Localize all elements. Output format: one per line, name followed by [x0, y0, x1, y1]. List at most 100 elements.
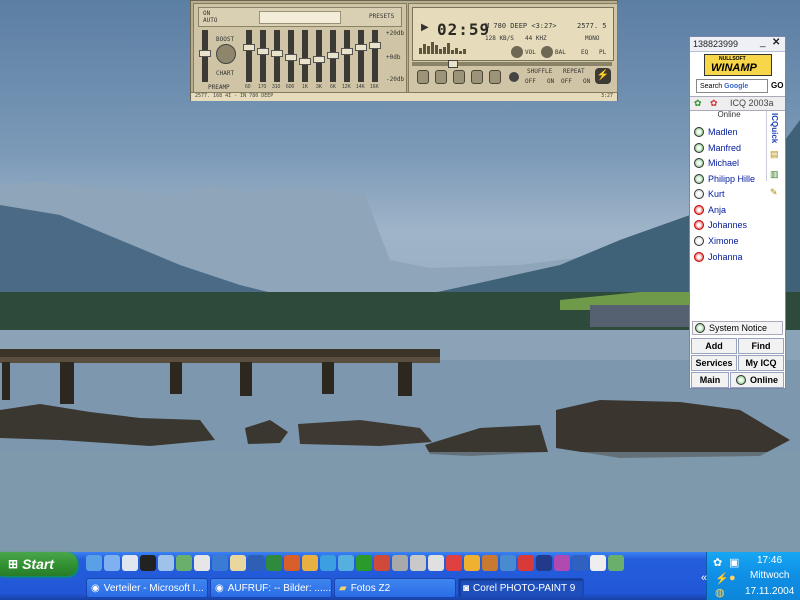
shuffle-off[interactable]: OFF	[525, 78, 536, 85]
edit-icon[interactable]	[158, 555, 174, 571]
minimize-icon[interactable]: _	[760, 37, 766, 48]
database-icon[interactable]	[572, 555, 588, 571]
icq-ad-banner[interactable]: NULLSOFT WINAMP	[704, 54, 772, 76]
sheet-icon[interactable]: ▥	[770, 169, 779, 180]
find-button[interactable]: Find	[738, 338, 784, 354]
shuffle-on[interactable]: ON	[547, 78, 554, 85]
doc-icon[interactable]	[194, 555, 210, 571]
display-tray-icon[interactable]: ▣	[729, 556, 739, 569]
pause-button[interactable]	[453, 70, 465, 84]
icq-tray-icon[interactable]: ✿	[713, 556, 722, 569]
contact-item[interactable]: Manfred	[694, 141, 766, 155]
contact-item[interactable]: Johanna	[694, 250, 766, 264]
ie-icon[interactable]	[86, 555, 102, 571]
plugin-icon[interactable]	[554, 555, 570, 571]
add-button[interactable]: Add	[691, 338, 737, 354]
eq-band-16k[interactable]	[369, 30, 381, 82]
cmd-icon[interactable]	[140, 555, 156, 571]
contact-item[interactable]: Madlen	[694, 125, 766, 139]
google-search-box[interactable]: Search Google	[696, 79, 768, 93]
eq-toggle-button[interactable]: EQ	[581, 49, 588, 56]
system-notice-button[interactable]: System Notice	[692, 321, 783, 335]
eq-on-label[interactable]: ON	[203, 10, 210, 17]
play-button[interactable]	[435, 70, 447, 84]
network-icon[interactable]	[212, 555, 228, 571]
desktop-icon[interactable]	[122, 555, 138, 571]
tool-icon[interactable]	[392, 555, 408, 571]
tools-icon[interactable]: ✎	[770, 187, 778, 198]
powerpoint-icon[interactable]	[284, 555, 300, 571]
main-button[interactable]: Main	[691, 372, 729, 388]
printer-icon[interactable]	[410, 555, 426, 571]
explorer-icon[interactable]	[428, 555, 444, 571]
refresh-icon[interactable]	[104, 555, 120, 571]
calc-icon[interactable]	[608, 555, 624, 571]
prev-button[interactable]	[417, 70, 429, 84]
network-tray-icon[interactable]: ◍	[715, 586, 725, 599]
services-button[interactable]: Services	[691, 355, 737, 371]
search-go-button[interactable]: GO	[771, 81, 783, 90]
eq-band-170[interactable]	[257, 30, 269, 82]
browser-icon[interactable]	[338, 555, 354, 571]
eq-band-6k[interactable]	[327, 30, 339, 82]
clock-time[interactable]: 17:46	[757, 555, 782, 566]
playlist-toggle-button[interactable]: PL	[599, 49, 606, 56]
my-icq-button[interactable]: My ICQ	[738, 355, 784, 371]
word-icon[interactable]	[248, 555, 264, 571]
app-icon[interactable]	[536, 555, 552, 571]
eq-band-60[interactable]	[243, 30, 255, 82]
balance-knob[interactable]	[541, 46, 553, 58]
notepad-icon[interactable]	[590, 555, 606, 571]
security-tray-icon[interactable]: ⚡	[715, 572, 729, 585]
contact-item[interactable]: Anja	[694, 203, 766, 217]
repeat-off[interactable]: OFF	[561, 78, 572, 85]
icq-menu-icon[interactable]: ✿	[710, 98, 718, 109]
status-button[interactable]: Online	[730, 372, 784, 388]
eq-band-310[interactable]	[271, 30, 283, 82]
stop-button[interactable]	[471, 70, 483, 84]
eq-band-12k[interactable]	[341, 30, 353, 82]
contact-item[interactable]: Johannes	[694, 218, 766, 232]
eq-band-14k[interactable]	[355, 30, 367, 82]
contact-item[interactable]: Kurt	[694, 187, 766, 201]
update-tray-icon[interactable]: ●	[729, 572, 736, 584]
volume-knob[interactable]	[511, 46, 523, 58]
photo-icon[interactable]	[464, 555, 480, 571]
paint-icon[interactable]	[482, 555, 498, 571]
playback-time[interactable]: 02:59	[437, 20, 490, 39]
eq-presets-button[interactable]: PRESETS	[369, 13, 394, 20]
task-fotos[interactable]: ▰ Fotos Z2	[334, 578, 456, 598]
eq-band-3k[interactable]	[313, 30, 325, 82]
outlook-icon[interactable]	[302, 555, 318, 571]
contact-item[interactable]: Ximone	[694, 234, 766, 248]
eq-preamp-slider[interactable]	[199, 30, 211, 82]
eq-band-1k[interactable]	[299, 30, 311, 82]
eq-auto-label[interactable]: AUTO	[203, 17, 217, 24]
eject-button[interactable]	[509, 72, 519, 82]
task-aufruf[interactable]: ◉ AUFRUF: -- Bilder: ......	[210, 578, 332, 598]
messenger-icon[interactable]	[320, 555, 336, 571]
seek-thumb[interactable]	[448, 60, 458, 68]
excel-icon[interactable]	[266, 555, 282, 571]
eq-band-600[interactable]	[285, 30, 297, 82]
draw-icon[interactable]	[500, 555, 516, 571]
notes-icon[interactable]: ▤	[770, 149, 779, 160]
winamp-logo-button[interactable]: ⚡	[595, 68, 611, 84]
contact-item[interactable]: Michael	[694, 156, 766, 170]
chevron-left-icon[interactable]: «	[701, 572, 707, 584]
icq-icon[interactable]	[356, 555, 372, 571]
seek-bar[interactable]	[412, 60, 612, 68]
task-corel-photo-paint[interactable]: ◙ Corel PHOTO-PAINT 9	[458, 578, 584, 598]
next-button[interactable]	[489, 70, 501, 84]
close-icon[interactable]: ✕	[772, 37, 780, 48]
contact-item[interactable]: Philipp Hille	[694, 172, 766, 186]
eq-boost-knob[interactable]	[216, 44, 236, 64]
corel-icon[interactable]	[518, 555, 534, 571]
icq-flower-icon[interactable]: ✿	[694, 98, 702, 109]
repeat-on[interactable]: ON	[583, 78, 590, 85]
web-icon[interactable]	[176, 555, 192, 571]
acrobat-icon[interactable]	[446, 555, 462, 571]
folder-icon[interactable]	[230, 555, 246, 571]
task-verteiler[interactable]: ◉ Verteiler - Microsoft I...	[86, 578, 208, 598]
media-icon[interactable]	[374, 555, 390, 571]
